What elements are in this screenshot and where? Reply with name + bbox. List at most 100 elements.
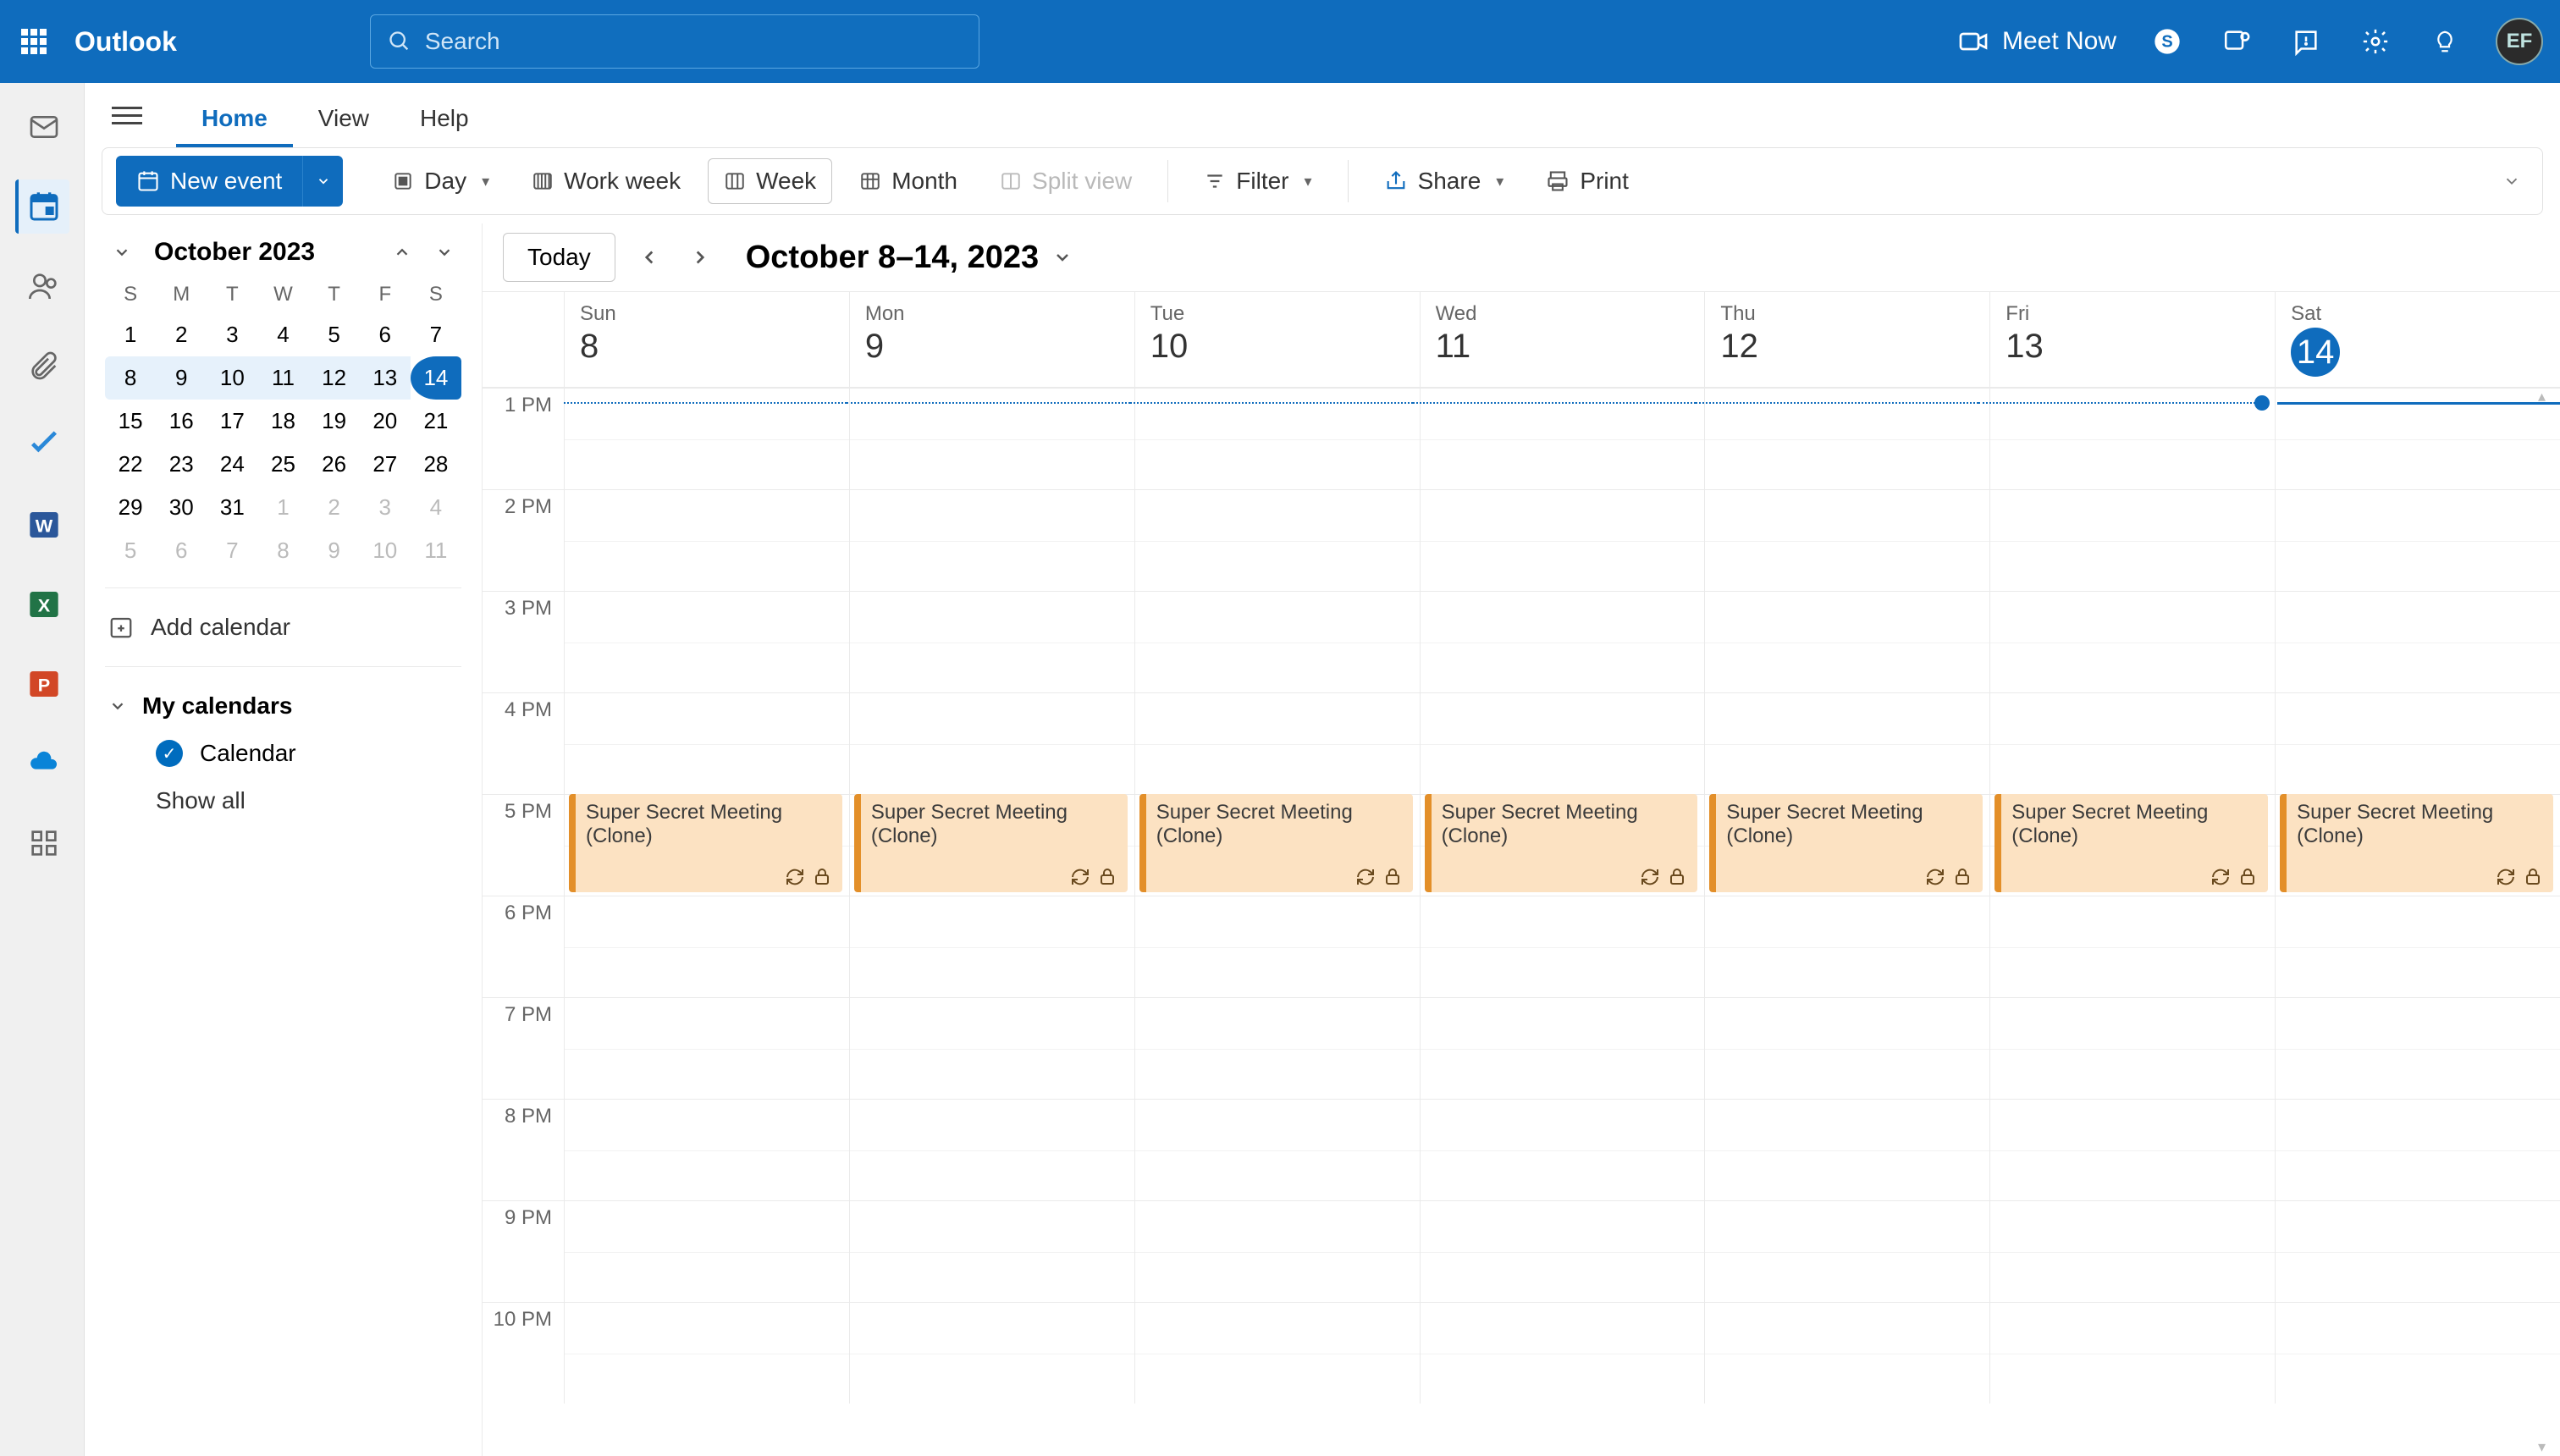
scrollbar[interactable]: ▴▾ (2538, 388, 2557, 1456)
time-slot[interactable] (2275, 591, 2560, 692)
time-slot[interactable] (1989, 1302, 2275, 1404)
my-calendars-header[interactable]: My calendars (105, 682, 461, 730)
mini-date-cell[interactable]: 5 (309, 313, 360, 356)
rail-excel[interactable]: X (15, 577, 69, 631)
time-slot[interactable] (1704, 1200, 1989, 1302)
day-header[interactable]: Wed11 (1420, 292, 1705, 387)
calendar-event[interactable]: Super Secret Meeting (Clone) (1139, 794, 1413, 892)
mini-date-cell[interactable]: 19 (309, 400, 360, 443)
time-slot[interactable] (1134, 997, 1420, 1099)
time-slot[interactable] (1704, 591, 1989, 692)
mini-date-cell[interactable]: 2 (309, 486, 360, 529)
time-slot[interactable] (849, 388, 1134, 489)
time-slot[interactable] (1704, 692, 1989, 794)
mini-date-cell[interactable]: 20 (360, 400, 411, 443)
time-slot[interactable] (1420, 388, 1705, 489)
mini-date-cell[interactable]: 29 (105, 486, 156, 529)
toolbar-overflow-button[interactable] (2495, 164, 2529, 198)
rail-people[interactable] (15, 259, 69, 313)
view-week-button[interactable]: Week (708, 158, 832, 204)
time-slot[interactable] (1420, 489, 1705, 591)
rail-calendar[interactable] (15, 179, 69, 234)
day-header[interactable]: Sat14 (2275, 292, 2560, 387)
calendar-checkbox[interactable] (156, 740, 183, 767)
time-slot[interactable] (1989, 997, 2275, 1099)
filter-button[interactable]: Filter ▾ (1189, 159, 1327, 203)
time-slot[interactable] (1420, 1099, 1705, 1200)
time-slot[interactable] (849, 1302, 1134, 1404)
mini-date-cell[interactable]: 11 (411, 529, 461, 572)
time-slot[interactable] (2275, 1099, 2560, 1200)
time-slot[interactable] (564, 896, 849, 997)
mini-date-cell[interactable]: 3 (360, 486, 411, 529)
mini-date-cell[interactable]: 15 (105, 400, 156, 443)
calendar-event[interactable]: Super Secret Meeting (Clone) (1425, 794, 1698, 892)
mini-date-cell[interactable]: 8 (257, 529, 308, 572)
mini-date-cell[interactable]: 4 (257, 313, 308, 356)
mini-date-cell[interactable]: 10 (360, 529, 411, 572)
mini-date-cell[interactable]: 1 (257, 486, 308, 529)
day-header[interactable]: Thu12 (1704, 292, 1989, 387)
time-slot[interactable] (849, 896, 1134, 997)
mini-date-cell[interactable]: 6 (156, 529, 207, 572)
time-slot[interactable] (849, 1200, 1134, 1302)
time-slot[interactable] (1134, 896, 1420, 997)
time-slot[interactable] (1420, 1302, 1705, 1404)
search-box[interactable] (370, 14, 979, 69)
time-slot[interactable] (564, 1302, 849, 1404)
time-slot[interactable] (564, 388, 849, 489)
prev-week-button[interactable] (632, 240, 666, 274)
mini-next-month[interactable] (428, 235, 461, 269)
calendar-grid[interactable]: 1 PM2 PM3 PM4 PM5 PM6 PM7 PM8 PM9 PM10 P… (483, 388, 2560, 1456)
time-slot[interactable] (1989, 388, 2275, 489)
time-slot[interactable] (1704, 1099, 1989, 1200)
meet-now-button[interactable]: Meet Now (1958, 26, 2116, 57)
mini-date-cell[interactable]: 22 (105, 443, 156, 486)
time-slot[interactable] (849, 489, 1134, 591)
time-slot[interactable] (1420, 896, 1705, 997)
time-slot[interactable] (2275, 388, 2560, 489)
menu-home[interactable]: Home (176, 97, 293, 147)
calendar-event[interactable]: Super Secret Meeting (Clone) (1994, 794, 2268, 892)
today-button[interactable]: Today (503, 233, 615, 282)
calendar-event[interactable]: Super Secret Meeting (Clone) (1709, 794, 1983, 892)
view-day-button[interactable]: Day ▾ (377, 159, 505, 203)
sidebar-collapse-icon[interactable] (105, 235, 139, 269)
calendar-event[interactable]: Super Secret Meeting (Clone) (2280, 794, 2553, 892)
menu-view[interactable]: View (293, 97, 394, 147)
nav-toggle-icon[interactable] (103, 97, 151, 134)
rail-files[interactable] (15, 339, 69, 393)
time-slot[interactable] (1989, 1200, 2275, 1302)
time-slot[interactable] (564, 489, 849, 591)
mini-date-cell[interactable]: 8 (105, 356, 156, 400)
show-all-button[interactable]: Show all (105, 777, 461, 825)
mini-date-cell[interactable]: 13 (360, 356, 411, 400)
teams-icon[interactable] (2218, 23, 2255, 60)
notifications-icon[interactable] (2287, 23, 2325, 60)
rail-mail[interactable] (15, 100, 69, 154)
mini-prev-month[interactable] (385, 235, 419, 269)
mini-date-cell[interactable]: 9 (309, 529, 360, 572)
time-slot[interactable] (1704, 489, 1989, 591)
new-event-button[interactable]: New event (116, 156, 302, 207)
scroll-up-icon[interactable]: ▴ (2538, 388, 2557, 405)
time-slot[interactable] (1989, 692, 2275, 794)
time-slot[interactable] (1989, 489, 2275, 591)
mini-date-cell[interactable]: 23 (156, 443, 207, 486)
time-slot[interactable] (1704, 1302, 1989, 1404)
mini-date-cell[interactable]: 31 (207, 486, 257, 529)
account-avatar[interactable]: EF (2496, 18, 2543, 65)
mini-date-cell[interactable]: 6 (360, 313, 411, 356)
mini-date-cell[interactable]: 5 (105, 529, 156, 572)
time-slot[interactable] (1134, 1099, 1420, 1200)
share-button[interactable]: Share ▾ (1369, 159, 1520, 203)
time-slot[interactable] (2275, 1302, 2560, 1404)
time-slot[interactable] (1420, 692, 1705, 794)
time-slot[interactable] (2275, 1200, 2560, 1302)
mini-date-cell[interactable]: 26 (309, 443, 360, 486)
time-slot[interactable] (1420, 591, 1705, 692)
time-slot[interactable] (1134, 388, 1420, 489)
time-slot[interactable] (1420, 1200, 1705, 1302)
time-slot[interactable] (1420, 997, 1705, 1099)
scroll-down-icon[interactable]: ▾ (2538, 1438, 2557, 1456)
